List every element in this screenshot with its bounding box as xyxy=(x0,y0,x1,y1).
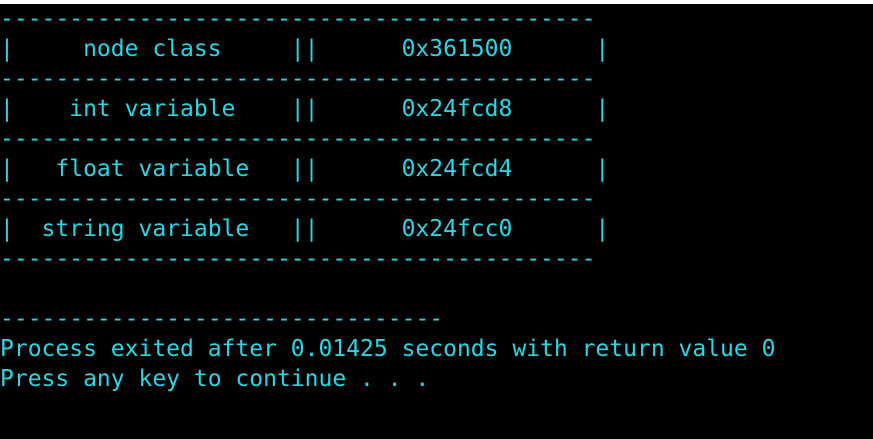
table-border: ----------------------------------------… xyxy=(0,186,596,212)
table-row-node-class: | node class || 0x361500 | xyxy=(0,36,610,62)
table-row-int-variable: | int variable || 0x24fcd8 | xyxy=(0,96,610,122)
table-border-bottom: ----------------------------------------… xyxy=(0,246,596,272)
separator-line: -------------------------------- xyxy=(0,306,444,332)
process-exit-message: Process exited after 0.01425 seconds wit… xyxy=(0,336,776,362)
table-row-string-variable: | string variable || 0x24fcc0 | xyxy=(0,216,610,242)
table-border: ----------------------------------------… xyxy=(0,126,596,152)
press-any-key-prompt: Press any key to continue . . . xyxy=(0,366,430,392)
console-output[interactable]: ----------------------------------------… xyxy=(0,4,873,439)
table-row-float-variable: | float variable || 0x24fcd4 | xyxy=(0,156,610,182)
table-border-top: ----------------------------------------… xyxy=(0,6,596,32)
table-border: ----------------------------------------… xyxy=(0,66,596,92)
